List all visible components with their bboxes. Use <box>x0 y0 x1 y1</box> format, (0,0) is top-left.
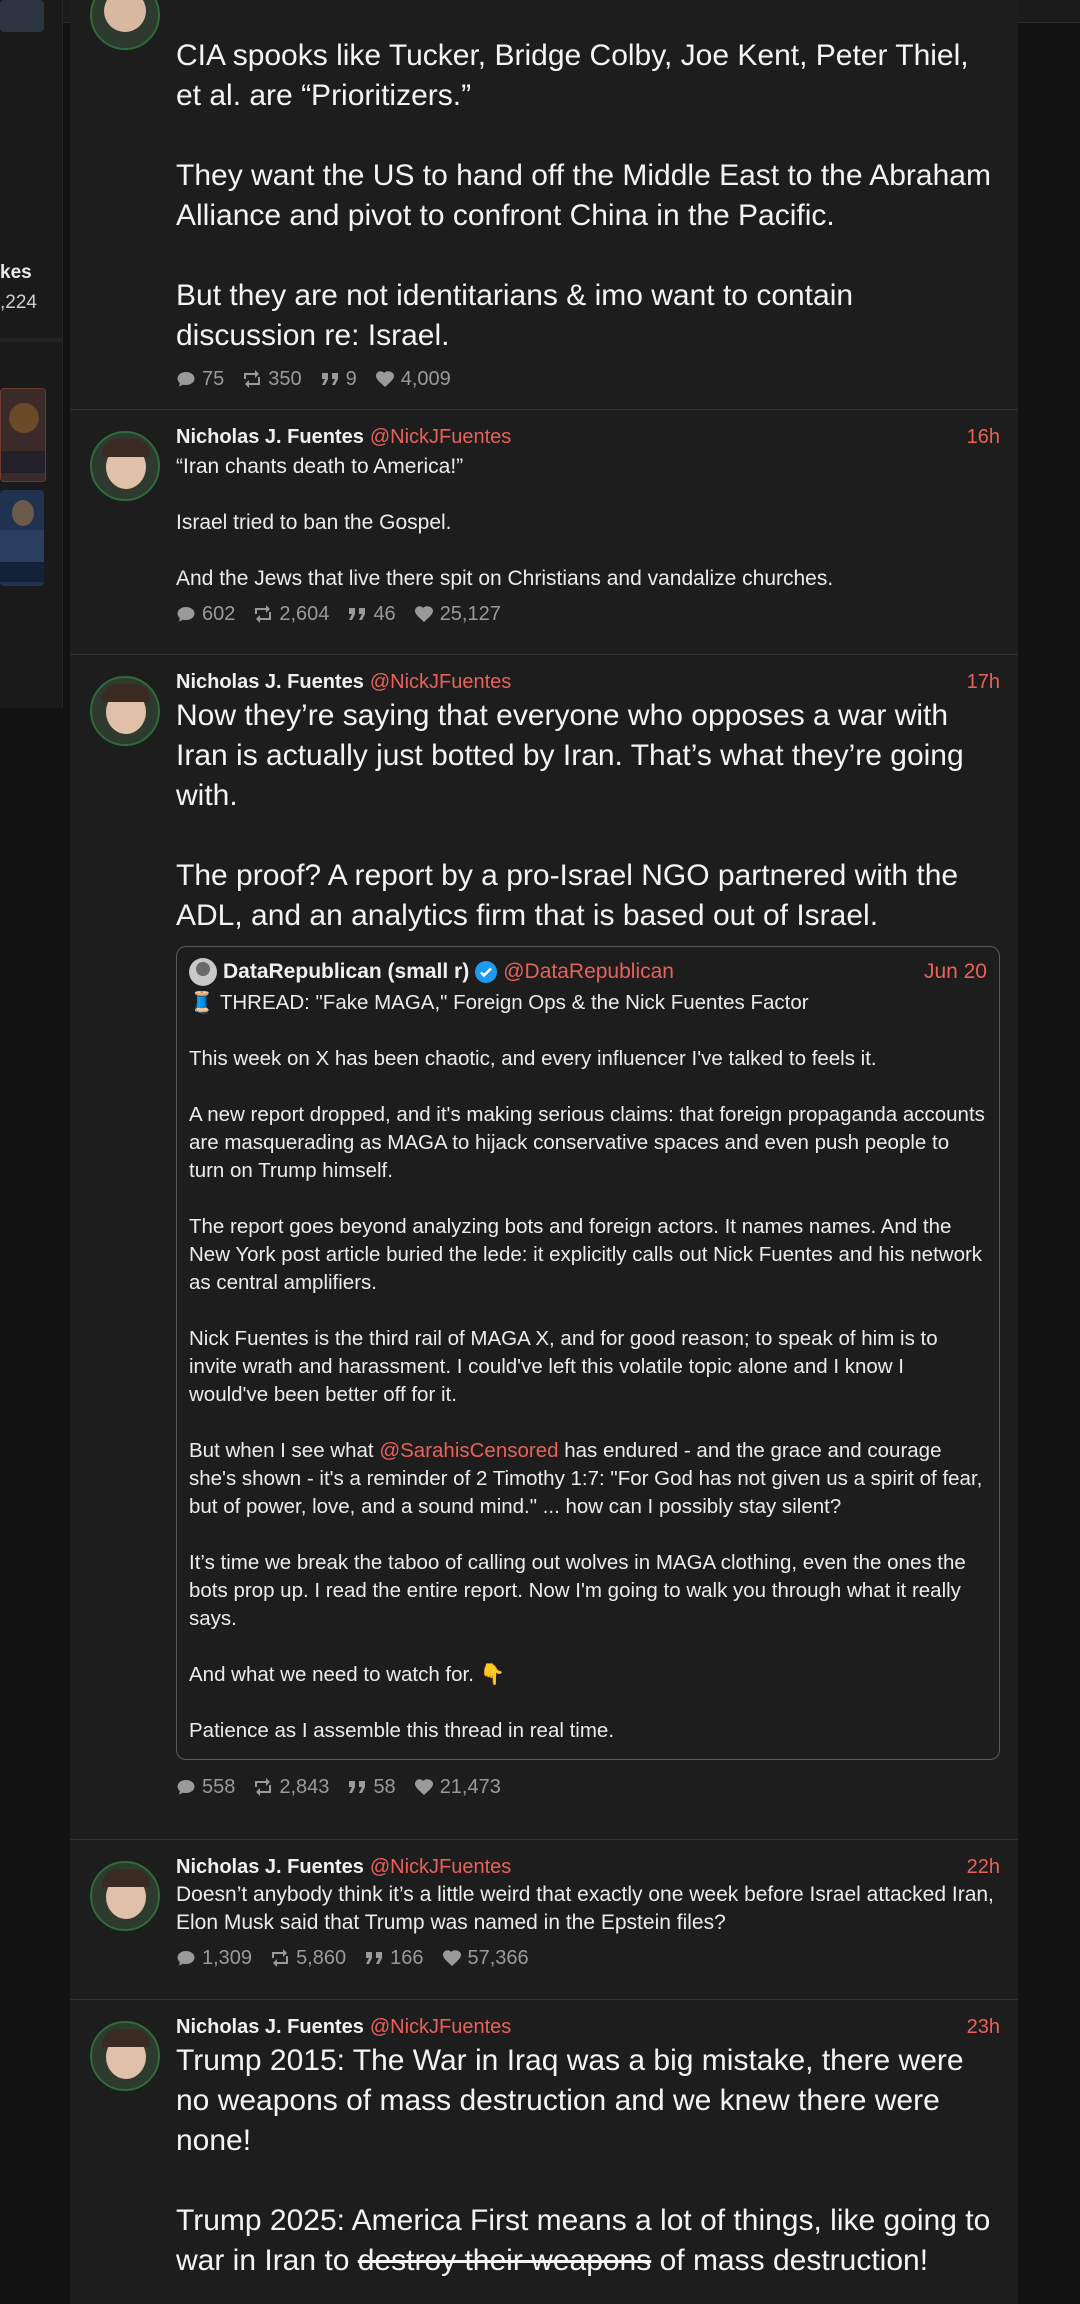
tweet-header: Nicholas J. Fuentes @NickJFuentes 16h <box>176 423 1000 451</box>
quoted-text: It’s time we break the taboo of calling … <box>189 1551 966 1630</box>
quoted-text: And what we need to watch for. 👇 <box>189 1663 506 1686</box>
quoted-tweet-header: DataRepublican (small r) @DataRepublican … <box>189 957 987 987</box>
reply-button[interactable]: 75 <box>176 368 224 391</box>
heart-icon <box>414 1779 433 1795</box>
mention-link[interactable]: @SarahisCensored <box>379 1439 558 1462</box>
tweet-text: Doesn’t anybody think it’s a little weir… <box>176 1883 994 1934</box>
tweet-text: Israel tried to ban the Gospel. <box>176 511 452 534</box>
retweet-icon <box>255 605 272 623</box>
quote-icon <box>349 1781 366 1793</box>
tweet-stats: 602 2,604 46 25,127 <box>176 599 1000 629</box>
like-button[interactable]: 25,127 <box>414 603 501 626</box>
sidebar-stat-label: kes <box>0 262 32 283</box>
like-button[interactable]: 21,473 <box>414 1776 501 1799</box>
quoted-text: The report goes beyond analyzing bots an… <box>189 1215 983 1294</box>
quoted-timestamp[interactable]: Jun 20 <box>924 957 987 987</box>
quoted-text: This week on X has been chaotic, and eve… <box>189 1047 877 1070</box>
tweet-timestamp[interactable]: 23h <box>967 2013 1000 2041</box>
retweet-icon <box>255 1778 272 1796</box>
tweet[interactable]: Nicholas J. Fuentes @NickJFuentes 16h “Ir… <box>70 409 1018 655</box>
sidebar-thumbnail[interactable] <box>0 388 46 482</box>
author-name[interactable]: Nicholas J. Fuentes <box>176 426 364 448</box>
author-handle[interactable]: @NickJFuentes <box>370 671 511 693</box>
tweet-feed: CIA spooks like Tucker, Bridge Colby, Jo… <box>70 0 1018 2304</box>
tweet-text: The proof? A report by a pro-Israel NGO … <box>176 859 959 932</box>
comment-icon <box>177 1780 195 1795</box>
heart-icon <box>442 1950 461 1966</box>
tweet-text: Trump 2015: The War in Iraq was a big mi… <box>176 2044 964 2157</box>
author-name[interactable]: Nicholas J. Fuentes <box>176 1856 364 1878</box>
tweet-header: Nicholas J. Fuentes @NickJFuentes 23h <box>176 2013 1000 2041</box>
tweet[interactable]: Nicholas J. Fuentes @NickJFuentes 23h Tru… <box>70 1999 1018 2304</box>
comment-icon <box>177 372 195 387</box>
quoted-text: But when I see what @SarahisCensored has… <box>189 1439 983 1518</box>
tweet[interactable]: CIA spooks like Tucker, Bridge Colby, Jo… <box>70 0 1018 410</box>
tweet-text: Now they’re saying that everyone who opp… <box>176 699 964 812</box>
tweet-timestamp[interactable]: 17h <box>967 668 1000 696</box>
avatar[interactable] <box>90 1861 160 1931</box>
tweet-text: “Iran chants death to America!” <box>176 455 464 478</box>
quoted-author-name[interactable]: DataRepublican (small r) <box>223 960 469 983</box>
retweet-icon <box>272 1949 289 1967</box>
like-button[interactable]: 4,009 <box>375 368 451 391</box>
sidebar-thumbnail[interactable] <box>0 490 44 586</box>
tweet-stats: 558 2,843 58 21,473 <box>176 1772 1000 1802</box>
tweet-text: And the Jews that live there spit on Chr… <box>176 567 834 590</box>
quote-button[interactable]: 46 <box>347 603 396 626</box>
retweet-button[interactable]: 2,843 <box>253 1776 329 1799</box>
quoted-text: 🧵 THREAD: "Fake MAGA," Foreign Ops & the… <box>189 991 809 1014</box>
avatar[interactable] <box>90 676 160 746</box>
tweet-timestamp[interactable]: 22h <box>967 1853 1000 1881</box>
quote-icon <box>349 608 366 620</box>
like-button[interactable]: 57,366 <box>442 1947 529 1970</box>
tweet-text: CIA spooks like Tucker, Bridge Colby, Jo… <box>176 39 969 112</box>
sidebar-divider <box>0 338 62 342</box>
author-handle[interactable]: @NickJFuentes <box>370 2016 511 2038</box>
heart-icon <box>414 606 433 622</box>
quoted-text: A new report dropped, and it's making se… <box>189 1103 985 1182</box>
quote-icon <box>321 373 338 385</box>
reply-button[interactable]: 602 <box>176 603 235 626</box>
quoted-text: Nick Fuentes is the third rail of MAGA X… <box>189 1327 938 1406</box>
tweet[interactable]: Nicholas J. Fuentes @NickJFuentes 17h Now… <box>70 654 1018 1840</box>
avatar[interactable] <box>90 2021 160 2091</box>
retweet-button[interactable]: 5,860 <box>270 1947 346 1970</box>
retweet-icon <box>244 370 261 388</box>
heart-icon <box>375 371 394 387</box>
quoted-text: Patience as I assemble this thread in re… <box>189 1719 615 1742</box>
tweet-header: Nicholas J. Fuentes @NickJFuentes 22h <box>176 1853 1000 1881</box>
quote-icon <box>366 1952 383 1964</box>
tweet-timestamp[interactable]: 16h <box>967 423 1000 451</box>
quote-button[interactable]: 9 <box>320 368 357 391</box>
author-name[interactable]: Nicholas J. Fuentes <box>176 671 364 693</box>
reply-button[interactable]: 1,309 <box>176 1947 252 1970</box>
quoted-avatar[interactable] <box>189 958 217 987</box>
tweet-text: But they are not identitarians & imo wan… <box>176 279 854 352</box>
tweet-header: Nicholas J. Fuentes @NickJFuentes 17h <box>176 668 1000 696</box>
verified-icon <box>475 961 498 984</box>
quote-button[interactable]: 166 <box>364 1947 424 1970</box>
left-sidebar: kes ,224 <box>0 0 63 708</box>
tweet-text: Trump 2025: America First means a lot of… <box>176 2204 991 2277</box>
tweet-stats: 1,309 5,860 166 57,366 <box>176 1943 1000 1973</box>
reply-button[interactable]: 558 <box>176 1776 235 1799</box>
comment-icon <box>177 607 195 622</box>
author-handle[interactable]: @NickJFuentes <box>370 1856 511 1878</box>
avatar[interactable] <box>90 431 160 501</box>
quoted-author-handle[interactable]: @DataRepublican <box>503 960 674 983</box>
author-name[interactable]: Nicholas J. Fuentes <box>176 2016 364 2038</box>
comment-icon <box>177 1951 195 1966</box>
sidebar-thumbnail[interactable] <box>0 0 44 32</box>
author-handle[interactable]: @NickJFuentes <box>370 426 511 448</box>
retweet-button[interactable]: 350 <box>242 368 302 391</box>
retweet-button[interactable]: 2,604 <box>253 603 329 626</box>
tweet-stats: 75 350 9 4,009 <box>176 364 1000 394</box>
tweet[interactable]: Nicholas J. Fuentes @NickJFuentes 22h Doe… <box>70 1839 1018 2000</box>
sidebar-stat-value: ,224 <box>0 292 37 313</box>
quoted-tweet[interactable]: DataRepublican (small r) @DataRepublican … <box>176 946 1000 1760</box>
tweet-text: They want the US to hand off the Middle … <box>176 159 991 232</box>
quote-button[interactable]: 58 <box>347 1776 396 1799</box>
avatar[interactable] <box>90 0 160 50</box>
